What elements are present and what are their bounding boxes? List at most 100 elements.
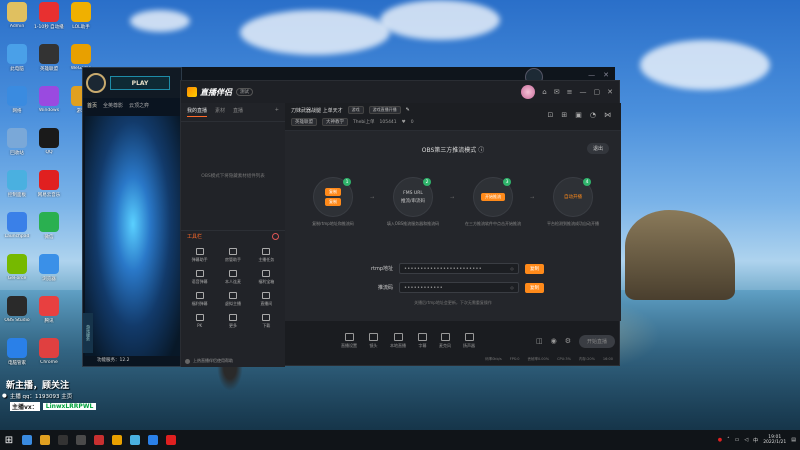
add-tab-button[interactable]: + <box>275 107 279 117</box>
eye-icon[interactable]: ◉ <box>551 337 557 345</box>
taskbar-app[interactable] <box>90 430 108 450</box>
room-title[interactable]: 刀妹武器战腿 上单天才 <box>291 107 343 114</box>
info-icon[interactable]: ⓘ <box>478 147 484 154</box>
desktop-icon[interactable]: 英雄联盟 <box>34 44 64 86</box>
exit-obs-button[interactable]: 退出 <box>586 143 609 154</box>
desktop-icon[interactable]: Chrome <box>34 338 64 380</box>
tab-my-live[interactable]: 我的直播 <box>187 107 208 117</box>
record-icon[interactable]: ◫ <box>536 337 543 345</box>
menu-icon[interactable]: ≡ <box>567 88 573 96</box>
minimize-icon[interactable]: — <box>588 71 595 79</box>
tool-item[interactable]: PK <box>183 312 216 330</box>
bottom-tool[interactable]: 镜头 <box>369 333 378 349</box>
user-avatar[interactable] <box>521 85 536 99</box>
copy-stream-key-button[interactable]: 复制 <box>525 282 544 293</box>
stream-key-field[interactable]: •••••••••••• ◎ <box>399 282 519 293</box>
share-icon[interactable]: ⋈ <box>604 111 611 119</box>
tool-item[interactable]: 房管助手 <box>216 246 249 264</box>
taskbar-app[interactable] <box>18 430 36 450</box>
bottom-tool[interactable]: 字幕 <box>418 333 427 349</box>
tool-item[interactable]: 主播任务 <box>250 246 283 264</box>
bell-icon[interactable]: ◔ <box>590 111 596 119</box>
copy-button[interactable]: 复制 <box>325 188 341 196</box>
notification-icon[interactable]: ▤ <box>791 437 796 443</box>
bottom-tool[interactable]: 扬声器 <box>463 333 475 349</box>
desktop-icon[interactable]: 微信 <box>34 212 64 254</box>
tab-material[interactable]: 素材 <box>215 107 225 117</box>
desktop-icon[interactable]: OBS Studio <box>2 296 32 338</box>
volume-icon[interactable]: ◁ <box>744 437 748 443</box>
desktop-icon[interactable]: 回收站 <box>2 128 32 170</box>
copy-rtmp-button[interactable]: 复制 <box>525 263 544 274</box>
desktop-icon[interactable]: 腾讯 <box>34 296 64 338</box>
ime-icon[interactable]: 中 <box>753 437 758 444</box>
taskbar-app[interactable] <box>54 430 72 450</box>
bottom-tool[interactable]: 本地直播 <box>390 333 406 349</box>
play-button[interactable]: PLAY <box>110 76 170 90</box>
desktop-icon[interactable]: Windows <box>34 86 64 128</box>
lol-logo-icon[interactable] <box>86 73 106 93</box>
chevron-up-icon[interactable]: ˄ <box>727 437 730 443</box>
gear-icon[interactable]: ⚙ <box>565 337 571 345</box>
lock2-icon[interactable]: ⊞ <box>561 111 567 119</box>
taskbar-app[interactable] <box>36 430 54 450</box>
version-badge[interactable]: 测试 <box>236 88 253 96</box>
start-button[interactable]: ⊞ <box>0 430 18 450</box>
copy-button[interactable]: 复制 <box>325 198 341 206</box>
eye-icon[interactable]: ◎ <box>510 266 514 271</box>
room-status[interactable]: 游戏直播开播 <box>368 106 401 114</box>
lol-tab[interactable]: 云顶之弈 <box>129 102 149 109</box>
tab-live[interactable]: 直播 <box>233 107 243 117</box>
desktop-icon[interactable]: 浏览器 <box>34 254 64 296</box>
start-live-button[interactable]: 开始直播 <box>578 334 615 348</box>
minimize-icon[interactable]: — <box>580 88 587 96</box>
tool-item[interactable]: 虚拟主播 <box>216 290 249 308</box>
desktop-icon[interactable]: 1-10秒 自动播放 <box>34 2 64 44</box>
collapse-icon[interactable] <box>272 233 279 240</box>
tool-item[interactable]: 直播间 <box>250 290 283 308</box>
tool-item[interactable]: 下载 <box>250 312 283 330</box>
gift-icon[interactable]: ⌂ <box>542 88 546 96</box>
lol-tab[interactable]: 首页 <box>87 102 97 109</box>
taskbar-app[interactable] <box>144 430 162 450</box>
taskbar-app[interactable] <box>72 430 90 450</box>
desktop-icon[interactable]: GeForce <box>2 254 32 296</box>
desktop-icon[interactable]: QQ <box>34 128 64 170</box>
tool-item[interactable]: 更多 <box>216 312 249 330</box>
message-icon[interactable]: ✉ <box>554 88 560 96</box>
tool-item[interactable]: 本人连麦 <box>216 268 249 286</box>
eye-icon[interactable]: ◎ <box>510 285 514 290</box>
taskbar-app[interactable] <box>162 430 180 450</box>
tool-item[interactable]: 福利弹幕 <box>183 290 216 308</box>
desktop-icon[interactable]: 网易云音乐 <box>34 170 64 212</box>
desktop-icon[interactable]: LOL助手 <box>66 2 96 44</box>
room-category[interactable]: 游戏 <box>347 106 364 114</box>
room-tag[interactable]: 大神教学 <box>322 118 348 126</box>
bottom-tool[interactable]: 直播设置 <box>341 333 357 349</box>
lol-side-tab[interactable]: 游戏服务 <box>83 313 93 353</box>
maximize-icon[interactable]: ▢ <box>594 88 601 96</box>
close-icon[interactable]: ✕ <box>603 71 609 79</box>
lock-icon[interactable]: ⊡ <box>548 111 554 119</box>
tool-item[interactable]: 福利宝箱 <box>250 268 283 286</box>
tray-app-icon[interactable]: ● <box>718 437 722 443</box>
left-footer[interactable]: 上热直播伴侣使用帮助 <box>185 358 233 364</box>
clock[interactable]: 19:01 2022/1/21 <box>763 435 786 446</box>
store-icon[interactable]: ▣ <box>575 111 582 119</box>
tool-item[interactable]: 弹幕助手 <box>183 246 216 264</box>
network-icon[interactable]: ▭ <box>735 437 740 443</box>
start-push-button[interactable]: 开始推流 <box>481 193 505 201</box>
rtmp-field[interactable]: •••••••••••••••••••••••• ◎ <box>399 263 519 274</box>
desktop-icon[interactable]: 控制面板 <box>2 170 32 212</box>
tool-item[interactable]: 语音弹幕 <box>183 268 216 286</box>
room-tag[interactable]: 英雄联盟 <box>291 118 317 126</box>
edit-icon[interactable]: ✎ <box>406 107 410 113</box>
desktop-icon[interactable]: 电脑管家 <box>2 338 32 380</box>
desktop-icon[interactable]: 网络 <box>2 86 32 128</box>
lol-tab[interactable]: 全英尊影 <box>103 102 123 109</box>
desktop-icon[interactable]: Admin <box>2 2 32 44</box>
bottom-tool[interactable]: 麦克风 <box>439 333 451 349</box>
desktop-icon[interactable]: 此电脑 <box>2 44 32 86</box>
desktop-icon[interactable]: Launchpad <box>2 212 32 254</box>
taskbar-app[interactable] <box>108 430 126 450</box>
